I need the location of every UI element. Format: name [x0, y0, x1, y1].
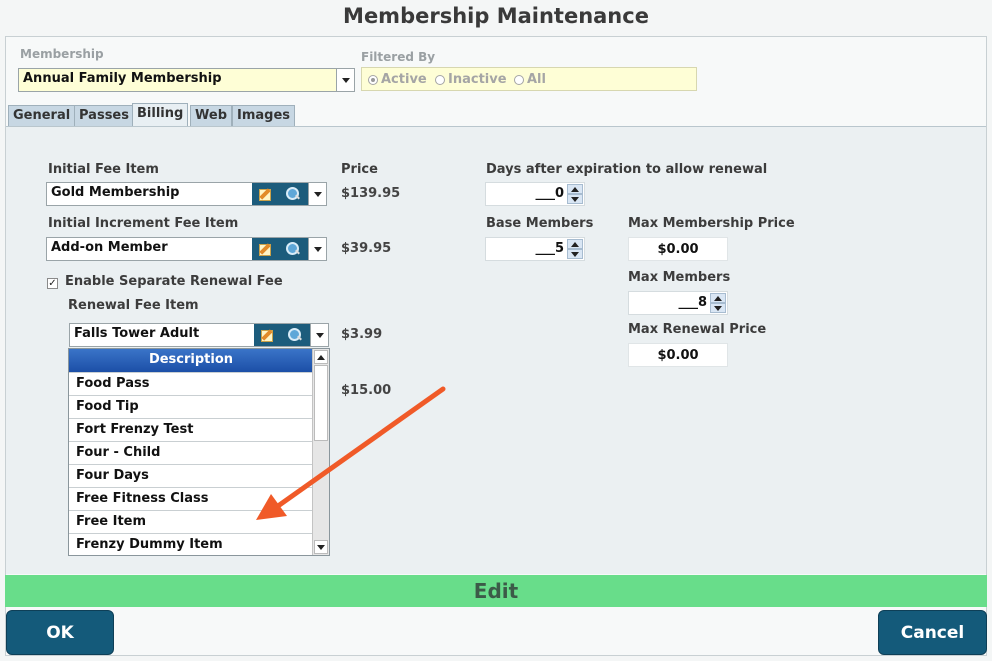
edit-bar[interactable]: Edit: [5, 575, 987, 607]
cancel-button[interactable]: Cancel: [878, 610, 987, 655]
ok-button[interactable]: OK: [6, 610, 114, 655]
annotation-arrow-icon: [256, 386, 446, 520]
